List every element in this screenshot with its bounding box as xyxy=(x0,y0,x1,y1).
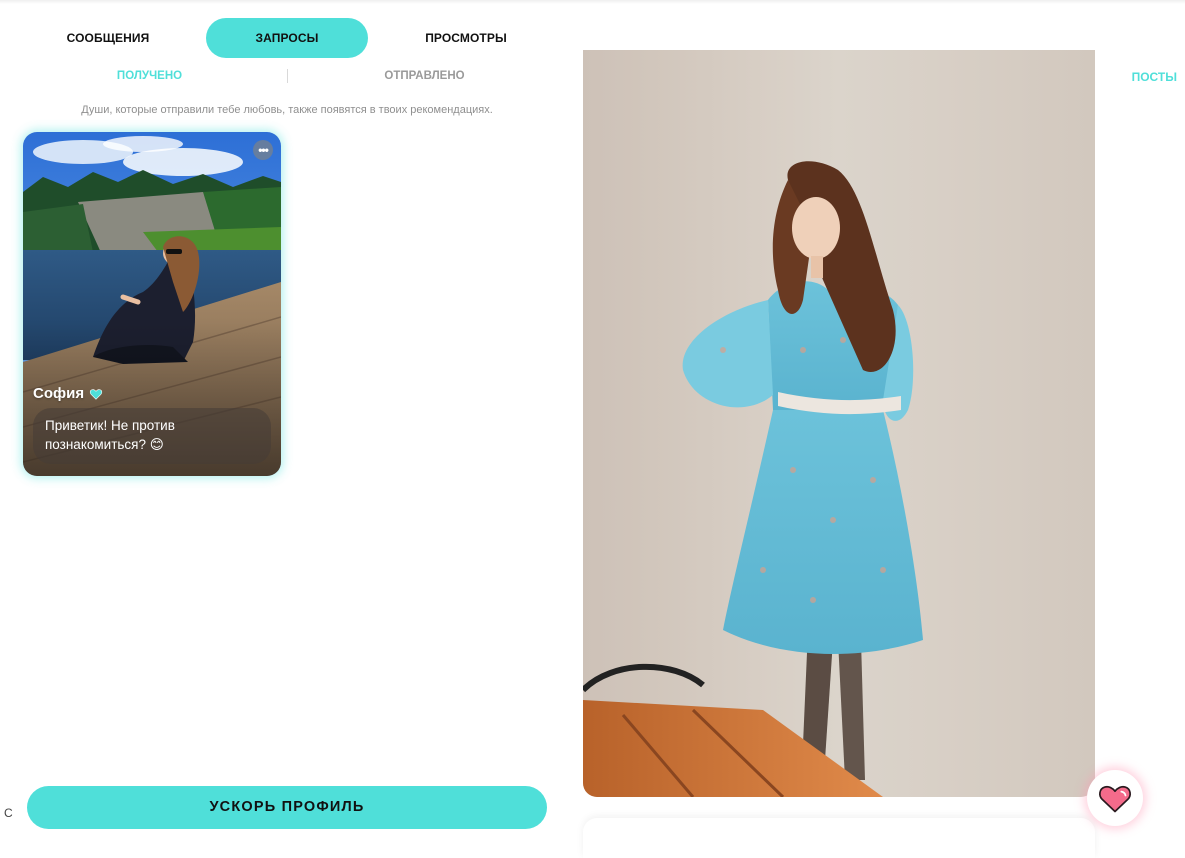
main-tabs: СООБЩЕНИЯ ЗАПРОСЫ ПРОСМОТРЫ xyxy=(27,18,547,58)
subtab-divider xyxy=(287,69,288,83)
posts-link[interactable]: ПОСТЫ xyxy=(1132,70,1177,84)
requests-hint: Души, которые отправили тебе любовь, так… xyxy=(81,104,493,116)
profile-info-card xyxy=(583,818,1095,858)
subtab-received[interactable]: ПОЛУЧЕНО xyxy=(67,66,232,86)
sub-tabs: ПОЛУЧЕНО ОТПРАВЛЕНО xyxy=(27,66,547,86)
more-dots-icon[interactable]: ••• xyxy=(253,140,273,160)
top-shadow xyxy=(0,0,1185,4)
request-card-name: София xyxy=(33,385,85,402)
tab-views[interactable]: ПРОСМОТРЫ xyxy=(385,18,547,58)
left-edge-letter: С xyxy=(4,806,13,820)
tab-requests[interactable]: ЗАПРОСЫ xyxy=(206,18,368,58)
request-card-message: Приветик! Не против познакомиться? 😊 xyxy=(33,408,271,464)
profile-photo-image xyxy=(583,50,1095,797)
request-card[interactable]: ••• София Приветик! Не против познакомит… xyxy=(23,132,281,476)
tab-messages[interactable]: СООБЩЕНИЯ xyxy=(27,18,189,58)
profile-photo[interactable] xyxy=(583,50,1095,797)
heart-badge-icon xyxy=(89,388,103,400)
like-button[interactable] xyxy=(1087,770,1143,826)
subtab-sent[interactable]: ОТПРАВЛЕНО xyxy=(342,66,507,86)
request-card-name-row: София xyxy=(33,385,103,402)
boost-profile-button[interactable]: УСКОРЬ ПРОФИЛЬ xyxy=(27,786,547,829)
heart-like-icon xyxy=(1099,785,1131,813)
